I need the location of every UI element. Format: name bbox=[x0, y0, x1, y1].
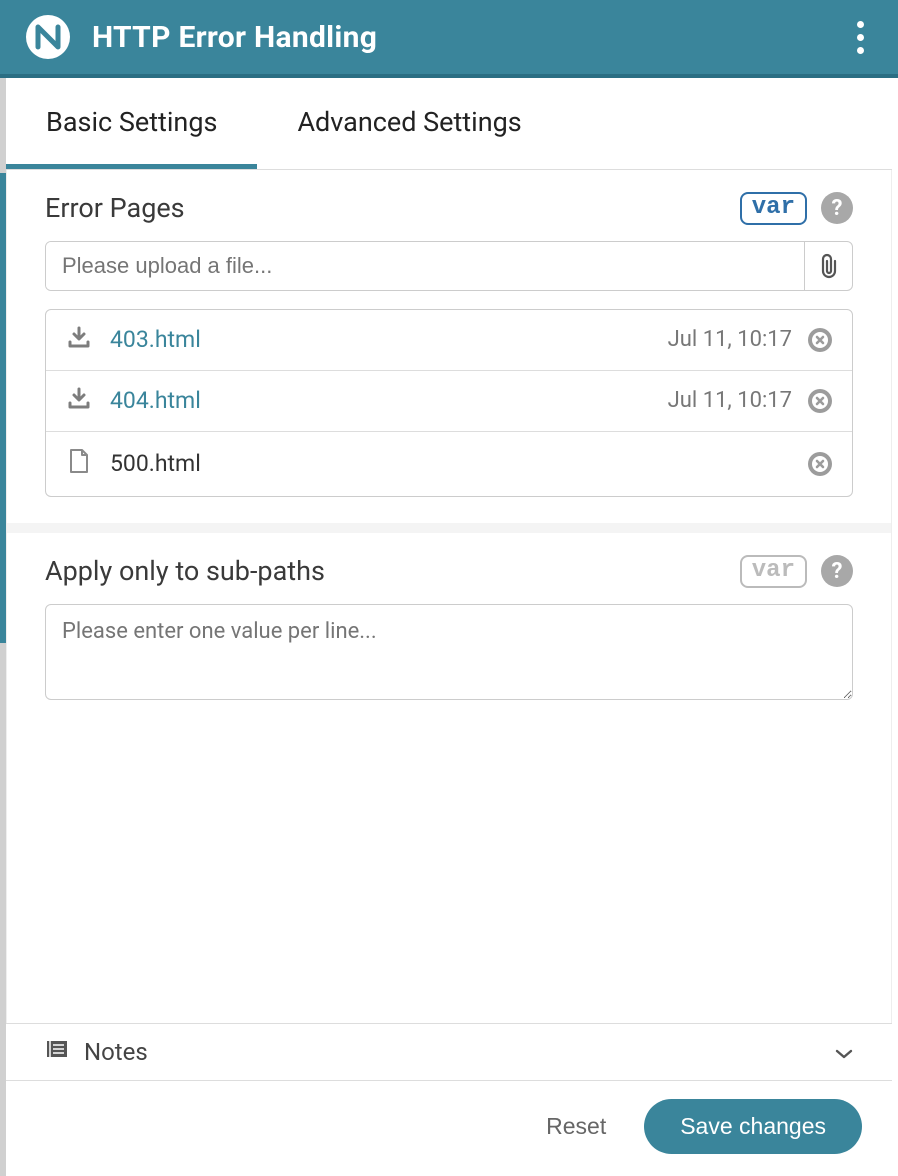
kebab-menu-icon[interactable] bbox=[849, 13, 872, 62]
panel-title: HTTP Error Handling bbox=[92, 20, 849, 55]
file-upload bbox=[45, 241, 853, 291]
download-icon[interactable] bbox=[64, 326, 94, 354]
notes-toggle[interactable]: Notes bbox=[6, 1023, 892, 1081]
tab-basic-settings[interactable]: Basic Settings bbox=[6, 78, 257, 169]
section-error-pages: Error Pages var ? bbox=[7, 170, 891, 523]
panel-body: Error Pages var ? bbox=[6, 170, 892, 1023]
file-name[interactable]: 403.html bbox=[110, 326, 668, 353]
notes-icon bbox=[44, 1038, 70, 1066]
chevron-down-icon bbox=[834, 1038, 854, 1066]
file-row: 500.html bbox=[46, 431, 852, 496]
var-badge[interactable]: var bbox=[740, 192, 807, 225]
tab-bar: Basic Settings Advanced Settings bbox=[6, 78, 892, 170]
file-list: 403.html Jul 11, 10:17 bbox=[45, 309, 853, 497]
tab-advanced-settings[interactable]: Advanced Settings bbox=[257, 78, 561, 169]
file-name[interactable]: 404.html bbox=[110, 387, 668, 414]
save-changes-button[interactable]: Save changes bbox=[644, 1099, 862, 1154]
file-timestamp: Jul 11, 10:17 bbox=[668, 327, 792, 352]
file-row: 404.html Jul 11, 10:17 bbox=[46, 370, 852, 431]
panel-header: HTTP Error Handling bbox=[0, 0, 898, 78]
attach-icon[interactable] bbox=[804, 242, 852, 290]
help-icon[interactable]: ? bbox=[821, 555, 853, 587]
download-icon[interactable] bbox=[64, 387, 94, 415]
file-upload-input[interactable] bbox=[46, 242, 804, 290]
var-badge[interactable]: var bbox=[740, 555, 807, 588]
section-subpaths: Apply only to sub-paths var ? bbox=[7, 523, 891, 984]
subpaths-input[interactable] bbox=[45, 604, 853, 700]
file-icon bbox=[64, 448, 94, 480]
file-name: 500.html bbox=[110, 450, 792, 477]
delete-icon[interactable] bbox=[806, 387, 834, 415]
delete-icon[interactable] bbox=[806, 450, 834, 478]
file-timestamp: Jul 11, 10:17 bbox=[668, 388, 792, 413]
reset-button[interactable]: Reset bbox=[538, 1103, 614, 1150]
notes-label: Notes bbox=[84, 1038, 834, 1066]
subpaths-title: Apply only to sub-paths bbox=[45, 555, 740, 587]
delete-icon[interactable] bbox=[806, 326, 834, 354]
app-logo-icon bbox=[26, 15, 70, 59]
left-accent bbox=[0, 78, 6, 1176]
panel-footer: Reset Save changes bbox=[6, 1081, 892, 1176]
help-icon[interactable]: ? bbox=[821, 192, 853, 224]
error-pages-title: Error Pages bbox=[45, 192, 740, 224]
file-row: 403.html Jul 11, 10:17 bbox=[46, 310, 852, 370]
